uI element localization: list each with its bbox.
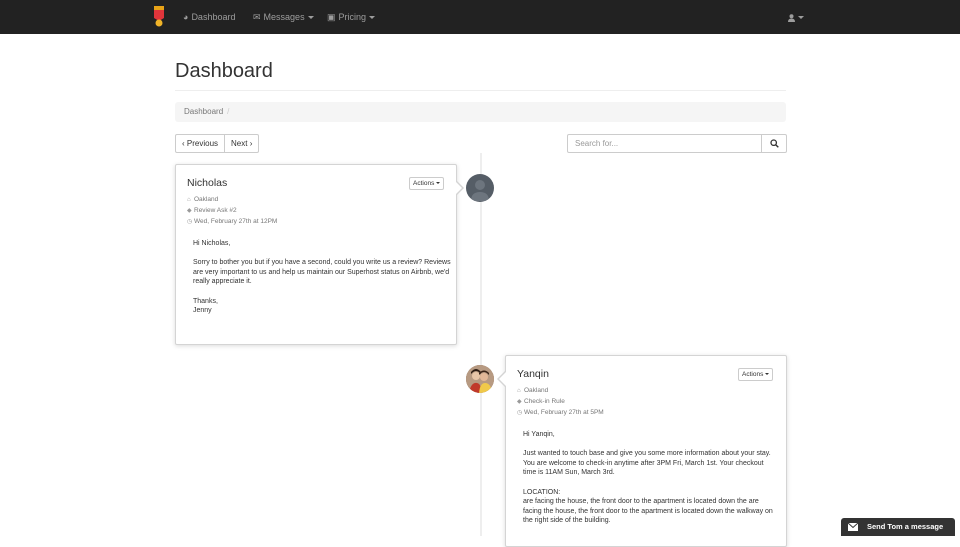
message-greeting: Hi Yanqin, — [523, 431, 555, 438]
top-navbar: ◕ Dashboard ✉ Messages ▣ Pricing — [0, 0, 960, 34]
location: ⌂ Oakland — [187, 196, 219, 203]
search-button[interactable] — [761, 134, 787, 153]
sent-time: ◷ Wed, February 27th at 5PM — [517, 409, 604, 416]
location-heading: LOCATION: — [523, 488, 561, 496]
message-greeting: Hi Nicholas, — [193, 240, 231, 247]
pager: ‹ Previous Next › — [175, 134, 260, 153]
message-body: Hi Nicholas, Sorry to bother you but if … — [193, 239, 455, 316]
envelope-icon — [848, 523, 858, 531]
breadcrumb-separator: / — [227, 107, 230, 116]
clock-icon: ◷ — [187, 219, 193, 225]
location: ⌂ Oakland — [517, 387, 549, 394]
timeline-card-nicholas: Nicholas Actions ⌂ Oakland ◆ Review Ask #2… — [175, 164, 457, 345]
card-pointer — [497, 371, 506, 387]
nav-dashboard[interactable]: ◕ Dashboard — [183, 0, 235, 34]
card-pointer — [455, 180, 464, 196]
chevron-down-icon — [765, 373, 770, 376]
user-menu[interactable] — [788, 0, 804, 34]
avatar-nicholas — [466, 174, 494, 202]
page-title: Dashboard — [175, 60, 273, 82]
message-body: Hi Yanqin, Just wanted to touch base and… — [523, 430, 776, 526]
home-icon: ⌂ — [187, 197, 191, 203]
search-icon — [770, 139, 779, 148]
message-closing: Thanks, — [193, 297, 218, 305]
envelope-icon: ✉ — [253, 12, 261, 22]
send-message-label: Send Tom a message — [867, 522, 944, 531]
brand-logo[interactable] — [153, 6, 165, 27]
next-button[interactable]: Next › — [225, 134, 260, 153]
clock-icon: ◷ — [517, 410, 523, 416]
chevron-down-icon — [307, 16, 314, 20]
tag-icon: ◆ — [187, 208, 192, 214]
dashboard-icon: ◕ — [183, 12, 189, 22]
chevron-down-icon — [369, 16, 376, 20]
guest-name[interactable]: Nicholas — [187, 177, 227, 189]
avatar-yanqin — [466, 365, 494, 393]
message-text: Sorry to bother you but if you have a se… — [193, 259, 451, 286]
search-input[interactable] — [567, 134, 777, 153]
message-text: Just wanted to touch base and give you s… — [523, 450, 771, 477]
actions-dropdown[interactable]: Actions — [738, 368, 774, 381]
message-tag: ◆ Review Ask #2 — [187, 207, 237, 214]
tag-icon: ◆ — [517, 399, 522, 405]
nav-messages[interactable]: ✉ Messages — [253, 0, 314, 34]
location-text: are facing the house, the front door to … — [523, 498, 773, 525]
timeline-line — [480, 153, 482, 536]
timeline-card-yanqin: Yanqin Actions ⌂ Oakland ◆ Check-in Rule ◷… — [505, 355, 787, 547]
calendar-icon: ▣ — [327, 12, 336, 22]
actions-dropdown[interactable]: Actions — [409, 177, 445, 190]
chevron-down-icon — [798, 16, 804, 20]
user-photo — [466, 365, 494, 393]
home-icon: ⌂ — [517, 388, 521, 394]
breadcrumb-item-dashboard[interactable]: Dashboard — [184, 107, 223, 116]
sent-time: ◷ Wed, February 27th at 12PM — [187, 218, 278, 225]
guest-name[interactable]: Yanqin — [517, 368, 549, 380]
divider — [175, 90, 786, 91]
default-user-icon — [471, 180, 489, 201]
previous-button[interactable]: ‹ Previous — [175, 134, 226, 153]
breadcrumb: Dashboard / — [175, 102, 786, 122]
message-signature: Jenny — [193, 307, 212, 315]
chevron-down-icon — [436, 182, 441, 185]
message-tag: ◆ Check-in Rule — [517, 398, 565, 405]
send-message-button[interactable]: Send Tom a message — [841, 518, 955, 536]
user-icon — [788, 13, 795, 22]
nav-pricing[interactable]: ▣ Pricing — [327, 0, 376, 34]
